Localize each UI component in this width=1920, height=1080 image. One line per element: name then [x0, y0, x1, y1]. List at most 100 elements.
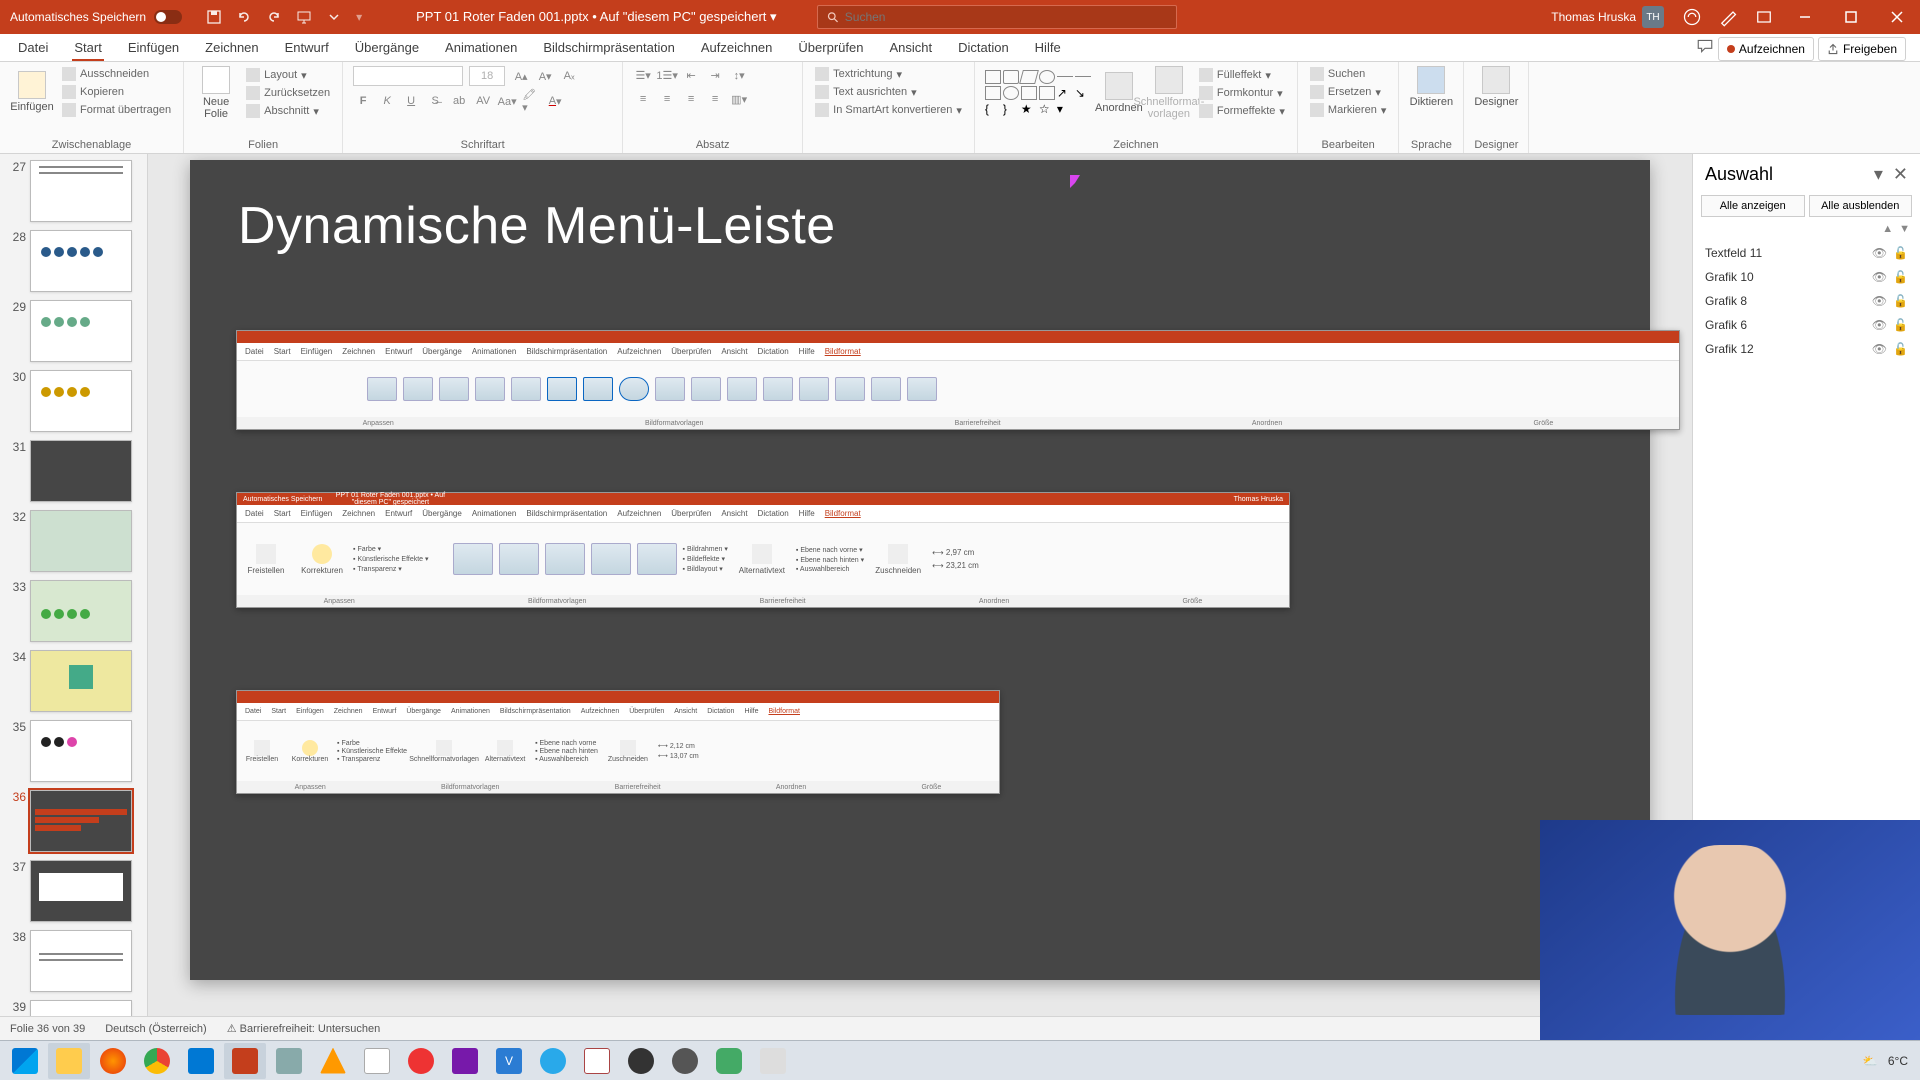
present-icon[interactable] — [296, 9, 312, 25]
reset-button[interactable]: Zurücksetzen — [244, 85, 332, 101]
task-outlook[interactable] — [180, 1043, 222, 1079]
selection-item[interactable]: Textfeld 11👁🔓 — [1693, 241, 1920, 265]
clear-format-icon[interactable]: Aₓ — [559, 67, 579, 85]
format-painter-button[interactable]: Format übertragen — [60, 102, 173, 118]
task-app-2[interactable] — [312, 1043, 354, 1079]
share-button[interactable]: Freigeben — [1818, 37, 1906, 61]
thumb-37[interactable]: 37 — [0, 856, 147, 926]
tab-start[interactable]: Start — [62, 34, 113, 61]
designer-button[interactable]: Designer — [1474, 66, 1518, 108]
tab-entwurf[interactable]: Entwurf — [273, 34, 341, 61]
shapes-gallery[interactable]: ↗↘ {}★☆▾ — [985, 70, 1091, 116]
eye-icon[interactable]: 👁 — [1872, 270, 1887, 284]
justify-icon[interactable]: ≡ — [705, 90, 725, 108]
quick-styles-button[interactable]: Schnellformat- vorlagen — [1147, 66, 1191, 120]
thumb-35[interactable]: 35 — [0, 716, 147, 786]
cut-button[interactable]: Ausschneiden — [60, 66, 173, 82]
slide-thumbnails[interactable]: 27 28 29 30 31 32 33 34 35 36 37 38 39 — [0, 154, 148, 1016]
task-app-4[interactable] — [400, 1043, 442, 1079]
thumb-27[interactable]: 27 — [0, 156, 147, 226]
task-powerpoint[interactable] — [224, 1043, 266, 1079]
chevron-down-icon[interactable]: ▾ — [1874, 164, 1883, 185]
draw-icon[interactable] — [1718, 7, 1738, 27]
select-button[interactable]: Markieren ▾ — [1308, 102, 1388, 118]
selection-item[interactable]: Grafik 12👁🔓 — [1693, 337, 1920, 361]
weather-icon[interactable]: ⛅ — [1863, 1054, 1878, 1068]
indent-right-icon[interactable]: ⇥ — [705, 66, 725, 84]
thumb-32[interactable]: 32 — [0, 506, 147, 576]
task-app-9[interactable] — [752, 1043, 794, 1079]
undo-icon[interactable] — [236, 9, 252, 25]
task-app-7[interactable] — [664, 1043, 706, 1079]
align-text-button[interactable]: Text ausrichten ▾ — [813, 84, 964, 100]
more-icon[interactable] — [326, 9, 342, 25]
align-left-icon[interactable]: ≡ — [633, 90, 653, 108]
indent-left-icon[interactable]: ⇤ — [681, 66, 701, 84]
task-app-6[interactable] — [576, 1043, 618, 1079]
shadow-icon[interactable]: ab — [449, 92, 469, 110]
move-down-icon[interactable]: ▼ — [1899, 223, 1910, 235]
shape-fill-button[interactable]: Fülleffekt ▾ — [1197, 67, 1287, 83]
slide-title-text[interactable]: Dynamische Menü-Leiste — [238, 196, 836, 256]
smartart-button[interactable]: In SmartArt konvertieren ▾ — [813, 102, 964, 118]
spacing-icon[interactable]: AV — [473, 92, 493, 110]
tab-uebergaenge[interactable]: Übergänge — [343, 34, 431, 61]
move-up-icon[interactable]: ▲ — [1882, 223, 1893, 235]
task-obs[interactable] — [620, 1043, 662, 1079]
lock-icon[interactable]: 🔓 — [1893, 270, 1908, 284]
task-telegram[interactable] — [532, 1043, 574, 1079]
shape-outline-button[interactable]: Formkontur ▾ — [1197, 85, 1287, 101]
line-spacing-icon[interactable]: ↕▾ — [729, 66, 749, 84]
sync-icon[interactable] — [1682, 7, 1702, 27]
case-icon[interactable]: Aa▾ — [497, 92, 517, 110]
selection-item[interactable]: Grafik 8👁🔓 — [1693, 289, 1920, 313]
tab-ueberpruefen[interactable]: Überprüfen — [786, 34, 875, 61]
replace-button[interactable]: Ersetzen ▾ — [1308, 84, 1388, 100]
numbering-icon[interactable]: 1☰▾ — [657, 66, 677, 84]
search-box[interactable] — [817, 5, 1177, 29]
thumb-30[interactable]: 30 — [0, 366, 147, 436]
shape-effects-button[interactable]: Formeffekte ▾ — [1197, 103, 1287, 119]
autosave-toggle[interactable] — [154, 10, 182, 24]
slide-counter[interactable]: Folie 36 von 39 — [10, 1023, 85, 1035]
tab-hilfe[interactable]: Hilfe — [1023, 34, 1073, 61]
paste-button[interactable]: Einfügen — [10, 71, 54, 113]
task-firefox[interactable] — [92, 1043, 134, 1079]
start-button[interactable] — [4, 1043, 46, 1079]
thumb-38[interactable]: 38 — [0, 926, 147, 996]
copy-button[interactable]: Kopieren — [60, 84, 173, 100]
eye-icon[interactable]: 👁 — [1872, 246, 1887, 260]
tab-zeichnen[interactable]: Zeichnen — [193, 34, 270, 61]
task-app-5[interactable]: V — [488, 1043, 530, 1079]
show-all-button[interactable]: Alle anzeigen — [1701, 195, 1805, 217]
slide-canvas-area[interactable]: Dynamische Menü-Leiste DateiStartEinfüge… — [148, 154, 1692, 1016]
lock-icon[interactable]: 🔓 — [1893, 246, 1908, 260]
eye-icon[interactable]: 👁 — [1872, 342, 1887, 356]
tab-einfuegen[interactable]: Einfügen — [116, 34, 191, 61]
tab-dictation[interactable]: Dictation — [946, 34, 1021, 61]
italic-icon[interactable]: K — [377, 92, 397, 110]
align-right-icon[interactable]: ≡ — [681, 90, 701, 108]
thumb-36[interactable]: 36 — [0, 786, 147, 856]
close-button[interactable] — [1874, 0, 1920, 34]
columns-icon[interactable]: ▥▾ — [729, 90, 749, 108]
user-account[interactable]: Thomas Hruska TH — [1541, 6, 1674, 28]
font-size-combo[interactable]: 18 — [469, 66, 505, 86]
slide-canvas[interactable]: Dynamische Menü-Leiste DateiStartEinfüge… — [190, 160, 1650, 980]
record-button[interactable]: Aufzeichnen — [1718, 37, 1814, 61]
language-status[interactable]: Deutsch (Österreich) — [105, 1023, 206, 1035]
accessibility-status[interactable]: ⚠ Barrierefreiheit: Untersuchen — [227, 1022, 381, 1035]
find-button[interactable]: Suchen — [1308, 66, 1388, 82]
tab-datei[interactable]: Datei — [6, 34, 60, 61]
thumb-34[interactable]: 34 — [0, 646, 147, 716]
tab-ansicht[interactable]: Ansicht — [877, 34, 944, 61]
task-app-3[interactable] — [356, 1043, 398, 1079]
window-icon[interactable] — [1754, 7, 1774, 27]
thumb-33[interactable]: 33 — [0, 576, 147, 646]
strikethrough-icon[interactable]: S̶ — [425, 92, 445, 110]
task-onenote[interactable] — [444, 1043, 486, 1079]
selection-item[interactable]: Grafik 10👁🔓 — [1693, 265, 1920, 289]
bold-icon[interactable]: F — [353, 92, 373, 110]
system-tray[interactable]: ⛅ 6°C — [1863, 1054, 1916, 1068]
tab-praesentation[interactable]: Bildschirmpräsentation — [531, 34, 687, 61]
